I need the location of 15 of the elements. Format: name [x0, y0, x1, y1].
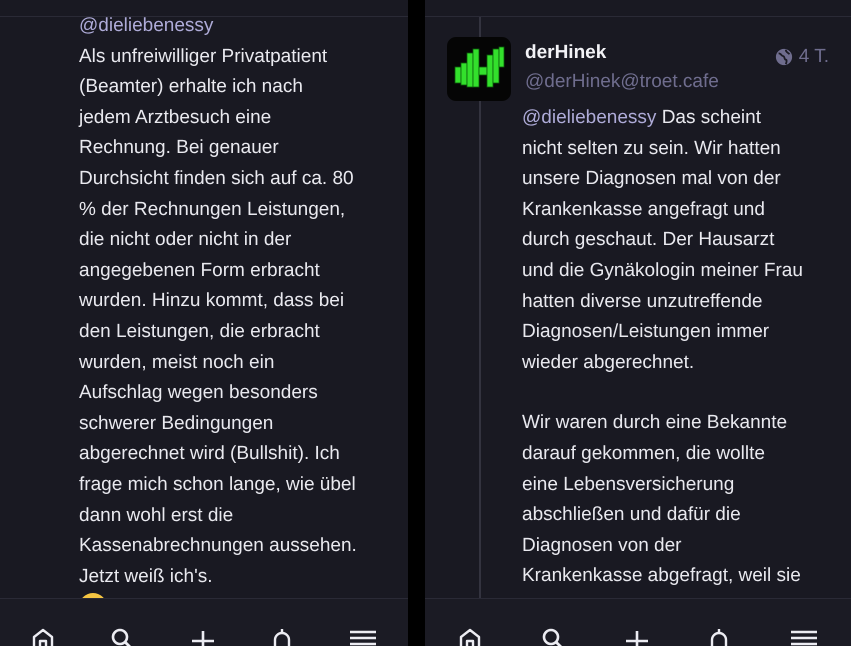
post-text: @dieliebenessy Das scheint nicht selten zu sein. Wir hatten unsere Diagnosen mal von der Krankenkasse angefragt und durch geschaut. Der Hausarzt und die Gynäkologin meiner Frau hatten diverse unzutreffende Diagnosen/Leistungen immer wieder abgerechnet.	[522, 106, 804, 375]
mention-link[interactable]: @dieliebenessy	[522, 107, 656, 128]
home-icon[interactable]	[31, 628, 56, 646]
author-handle[interactable]: @derHinek@troet.cafe	[525, 71, 719, 93]
post-time: 4 T.	[798, 46, 829, 68]
plus-icon[interactable]	[190, 628, 215, 646]
menu-icon[interactable]	[790, 628, 818, 646]
menu-icon[interactable]	[348, 628, 377, 646]
post-text: @dieliebenessy Als unfreiwilliger Privatpatient (Beamter) erhalte ich nach jedem Arztbesuch eine Rechnung. Bei genauer Durchsicht finden sich auf ca. 80 % der Rechnungen Leistungen, die nicht oder nicht in der angegebenen Form erbracht wurden. Hinzu kommt, dass bei den Leistungen, die erbracht wurden, meist noch ein Aufschlag wegen besonders schwerer Bedingungen abgerechnet wird (Bullshit). Ich frage mich schon lange, wie übel dann wohl erst die Kassenabrechnungen aussehen. Jetzt weiß ich's.	[79, 17, 358, 589]
avatar[interactable]	[447, 37, 511, 101]
post-text: Wir waren durch eine Bekannte darauf gekommen, die wollte eine Lebensversicherung abschließen und dafür die Diagnosen von der Krankenkasse abgefragt, weil sie	[522, 411, 802, 588]
author-name[interactable]: derHinek	[525, 42, 719, 64]
plus-icon[interactable]	[624, 628, 649, 646]
mention-link[interactable]: @dieliebenessy	[79, 17, 214, 36]
home-icon[interactable]	[458, 628, 482, 646]
